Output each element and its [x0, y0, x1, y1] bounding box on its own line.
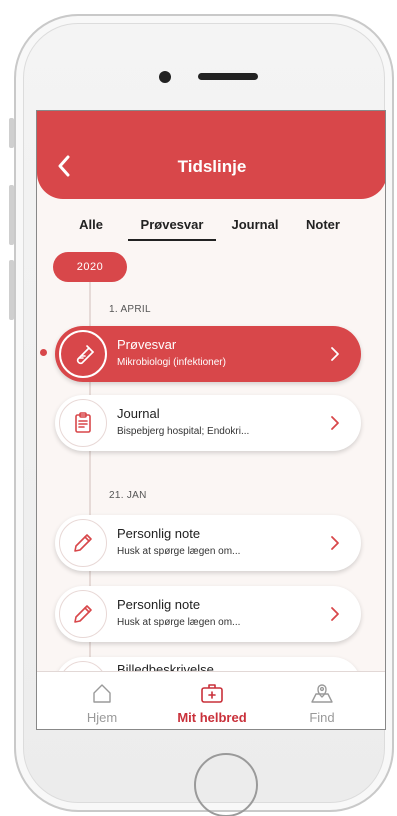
- timeline-card-provesvar[interactable]: Prøvesvar Mikrobiologi (infektioner): [55, 326, 361, 382]
- card-subtitle: Mikrobiologi (infektioner): [117, 357, 226, 368]
- bottom-tab-bar: Hjem Mit helbred Find: [37, 671, 385, 729]
- page-title: Tidslinje: [177, 157, 247, 176]
- home-icon: [93, 684, 111, 703]
- timeline-card-note[interactable]: Personlig note Husk at spørge lægen om..…: [55, 586, 361, 642]
- selected-marker: [40, 349, 47, 356]
- tab-journal[interactable]: Journal: [230, 215, 280, 245]
- chevron-right-icon: [331, 536, 339, 550]
- camera-icon: [159, 71, 171, 83]
- map-pin-icon: [311, 684, 333, 703]
- tab-noter[interactable]: Noter: [303, 215, 343, 245]
- tabbar-label: Find: [309, 710, 335, 725]
- card-subtitle: Husk at spørge lægen om...: [117, 546, 241, 557]
- speaker-grille: [198, 73, 258, 80]
- timeline-card-note[interactable]: Personlig note Husk at spørge lægen om..…: [55, 515, 361, 571]
- chevron-right-icon: [331, 607, 339, 621]
- date-label: 21. JAN: [109, 490, 147, 501]
- card-subtitle: Bispebjerg hospital; Endokri...: [117, 426, 250, 437]
- volume-down-button: [9, 260, 14, 320]
- tabbar-item-find[interactable]: Find: [267, 672, 377, 729]
- chevron-right-icon: [331, 347, 339, 361]
- tabbar-label: Mit helbred: [177, 710, 247, 725]
- tab-alle[interactable]: Alle: [77, 215, 105, 245]
- tabbar-item-hjem[interactable]: Hjem: [47, 672, 157, 729]
- tabbar-item-mit-helbred[interactable]: Mit helbred: [157, 672, 267, 729]
- mute-switch: [9, 118, 14, 148]
- tabbar-label: Hjem: [86, 710, 118, 725]
- year-badge: 2020: [53, 252, 127, 282]
- filter-tabs: Alle Prøvesvar Journal Noter: [37, 215, 385, 245]
- test-tube-icon: [59, 330, 107, 378]
- pencil-icon: [59, 519, 107, 567]
- medical-kit-icon: [201, 684, 223, 703]
- volume-up-button: [9, 185, 14, 245]
- clipboard-icon: [59, 399, 107, 447]
- timeline-card-journal[interactable]: Journal Bispebjerg hospital; Endokri...: [55, 395, 361, 451]
- card-title: Personlig note: [117, 526, 201, 541]
- card-title: Personlig note: [117, 597, 201, 612]
- pencil-icon: [59, 590, 107, 638]
- tab-provesvar[interactable]: Prøvesvar: [128, 215, 216, 245]
- header: Tidslinje: [37, 111, 385, 199]
- home-button[interactable]: [194, 753, 258, 816]
- card-subtitle: Husk at spørge lægen om...: [117, 617, 241, 628]
- chevron-right-icon: [331, 416, 339, 430]
- card-title: Journal: [117, 406, 160, 421]
- card-title: Prøvesvar: [117, 337, 177, 352]
- date-label: 1. APRIL: [109, 304, 151, 315]
- app-screen: Tidslinje Alle Prøvesvar Journal Noter 2…: [36, 110, 386, 730]
